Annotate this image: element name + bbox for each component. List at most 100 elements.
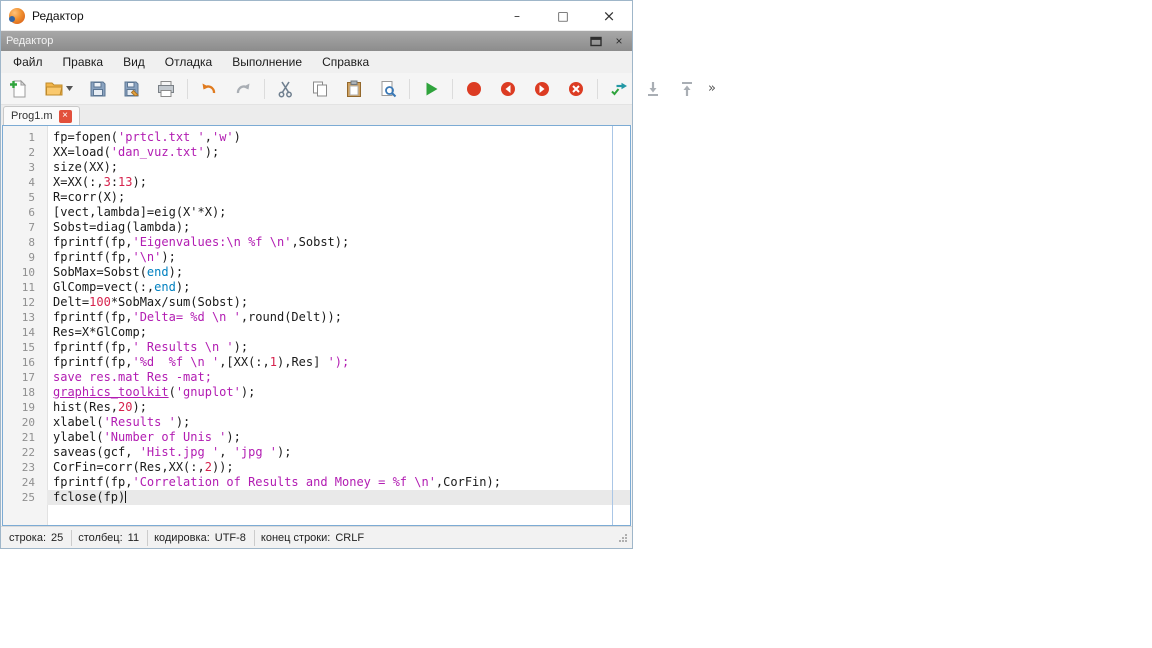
line-number: 16 (3, 355, 47, 370)
code-editor[interactable]: 1fp=fopen('prtcl.txt ','w')2XX=load('dan… (2, 125, 631, 526)
code-line[interactable]: 5R=corr(X); (3, 190, 630, 205)
code-text[interactable]: X=XX(:,3:13); (47, 175, 630, 190)
line-number: 21 (3, 430, 47, 445)
line-number: 2 (3, 145, 47, 160)
new-script-button[interactable] (5, 76, 31, 102)
save-file-as-button[interactable] (119, 76, 145, 102)
long-line-marker (612, 126, 613, 525)
status-encoding: кодировка: UTF-8 (148, 530, 255, 546)
run-file-button[interactable] (418, 76, 444, 102)
dock-close-button[interactable]: × (611, 33, 627, 49)
line-number: 13 (3, 310, 47, 325)
code-text[interactable]: fprintf(fp,'Correlation of Results and M… (47, 475, 630, 490)
toggle-breakpoint-button[interactable] (461, 76, 487, 102)
code-text[interactable]: fp=fopen('prtcl.txt ','w') (47, 130, 630, 145)
code-text[interactable]: Sobst=diag(lambda); (47, 220, 630, 235)
code-text[interactable]: fprintf(fp,'\n'); (47, 250, 630, 265)
undo-button[interactable] (196, 76, 222, 102)
code-text[interactable]: hist(Res,20); (47, 400, 630, 415)
code-text[interactable]: Delt=100*SobMax/sum(Sobst); (47, 295, 630, 310)
code-text[interactable]: xlabel('Results '); (47, 415, 630, 430)
copy-button[interactable] (307, 76, 333, 102)
code-text[interactable]: saveas(gcf, 'Hist.jpg ', 'jpg '); (47, 445, 630, 460)
code-line[interactable]: 9fprintf(fp,'\n'); (3, 250, 630, 265)
code-line[interactable]: 7Sobst=diag(lambda); (3, 220, 630, 235)
code-line[interactable]: 16fprintf(fp,'%d %f \n ',[XX(:,1),Res] '… (3, 355, 630, 370)
code-line[interactable]: 18graphics_toolkit('gnuplot'); (3, 385, 630, 400)
code-text[interactable]: SobMax=Sobst(end); (47, 265, 630, 280)
open-file-button[interactable] (39, 76, 77, 102)
maximize-button[interactable]: □ (540, 1, 586, 30)
code-text[interactable]: fprintf(fp,'Delta= %d \n ',round(Delt)); (47, 310, 630, 325)
code-line[interactable]: 19hist(Res,20); (3, 400, 630, 415)
print-button[interactable] (153, 76, 179, 102)
code-line[interactable]: 15fprintf(fp,' Results \n '); (3, 340, 630, 355)
code-line[interactable]: 4X=XX(:,3:13); (3, 175, 630, 190)
line-number: 9 (3, 250, 47, 265)
menu-help[interactable]: Справка (312, 52, 379, 72)
dock-title-bar[interactable]: Редактор × (1, 31, 632, 51)
code-text[interactable]: GlComp=vect(:,end); (47, 280, 630, 295)
code-line[interactable]: 17save res.mat Res -mat; (3, 370, 630, 385)
code-line[interactable]: 21ylabel('Number of Unis '); (3, 430, 630, 445)
code-text[interactable]: size(XX); (47, 160, 630, 175)
menu-bar: Файл Правка Вид Отладка Выполнение Справ… (1, 51, 632, 73)
code-text[interactable]: fprintf(fp,'Eigenvalues:\n %f \n',Sobst)… (47, 235, 630, 250)
code-text[interactable]: fprintf(fp,' Results \n '); (47, 340, 630, 355)
undo-icon (199, 79, 219, 99)
code-text[interactable]: ylabel('Number of Unis '); (47, 430, 630, 445)
code-text[interactable]: [vect,lambda]=eig(X'*X); (47, 205, 630, 220)
menu-run[interactable]: Выполнение (222, 52, 312, 72)
cut-button[interactable] (273, 76, 299, 102)
step-out-button[interactable] (674, 76, 700, 102)
code-text[interactable]: fprintf(fp,'%d %f \n ',[XX(:,1),Res] '); (47, 355, 630, 370)
remove-all-breakpoints-button[interactable] (563, 76, 589, 102)
code-line[interactable]: 23CorFin=corr(Res,XX(:,2)); (3, 460, 630, 475)
toolbar-overflow-chevron[interactable]: » (708, 81, 720, 96)
code-line[interactable]: 6[vect,lambda]=eig(X'*X); (3, 205, 630, 220)
status-eol-value: CRLF (335, 532, 364, 544)
code-text[interactable]: R=corr(X); (47, 190, 630, 205)
code-text[interactable]: XX=load('dan_vuz.txt'); (47, 145, 630, 160)
code-line[interactable]: 20xlabel('Results '); (3, 415, 630, 430)
code-text[interactable]: CorFin=corr(Res,XX(:,2)); (47, 460, 630, 475)
step-in-button[interactable] (640, 76, 666, 102)
previous-breakpoint-button[interactable] (495, 76, 521, 102)
code-line[interactable]: 10SobMax=Sobst(end); (3, 265, 630, 280)
tab-label: Prog1.m (11, 110, 53, 122)
tab-prog1[interactable]: Prog1.m × (3, 106, 80, 125)
code-line[interactable]: 3size(XX); (3, 160, 630, 175)
save-icon (88, 79, 108, 99)
code-text[interactable]: Res=X*GlComp; (47, 325, 630, 340)
find-button[interactable] (375, 76, 401, 102)
code-text[interactable]: graphics_toolkit('gnuplot'); (47, 385, 630, 400)
code-line[interactable]: 12Delt=100*SobMax/sum(Sobst); (3, 295, 630, 310)
next-breakpoint-button[interactable] (529, 76, 555, 102)
code-line[interactable]: 1fp=fopen('prtcl.txt ','w') (3, 130, 630, 145)
redo-button[interactable] (230, 76, 256, 102)
code-line[interactable]: 8fprintf(fp,'Eigenvalues:\n %f \n',Sobst… (3, 235, 630, 250)
resize-grip[interactable] (617, 532, 628, 543)
code-line[interactable]: 25fclose(fp) (3, 490, 630, 505)
menu-view[interactable]: Вид (113, 52, 155, 72)
undock-button[interactable] (588, 33, 604, 49)
code-line[interactable]: 14Res=X*GlComp; (3, 325, 630, 340)
code-line[interactable]: 11GlComp=vect(:,end); (3, 280, 630, 295)
save-file-button[interactable] (85, 76, 111, 102)
menu-edit[interactable]: Правка (53, 52, 114, 72)
close-button[interactable]: × (586, 1, 632, 30)
code-line[interactable]: 22saveas(gcf, 'Hist.jpg ', 'jpg '); (3, 445, 630, 460)
menu-file[interactable]: Файл (3, 52, 53, 72)
code-line[interactable]: 2XX=load('dan_vuz.txt'); (3, 145, 630, 160)
minimize-button[interactable]: – (494, 1, 540, 30)
code-text[interactable]: save res.mat Res -mat; (47, 370, 630, 385)
code-line[interactable]: 13fprintf(fp,'Delta= %d \n ',round(Delt)… (3, 310, 630, 325)
code-line[interactable]: 24fprintf(fp,'Correlation of Results and… (3, 475, 630, 490)
menu-debug[interactable]: Отладка (155, 52, 222, 72)
code-text[interactable]: fclose(fp) (47, 490, 630, 505)
tab-close-icon[interactable]: × (59, 110, 72, 123)
status-line: строка: 25 (3, 530, 72, 546)
title-bar[interactable]: Редактор – □ × (1, 1, 632, 31)
paste-button[interactable] (341, 76, 367, 102)
step-button[interactable] (606, 76, 632, 102)
